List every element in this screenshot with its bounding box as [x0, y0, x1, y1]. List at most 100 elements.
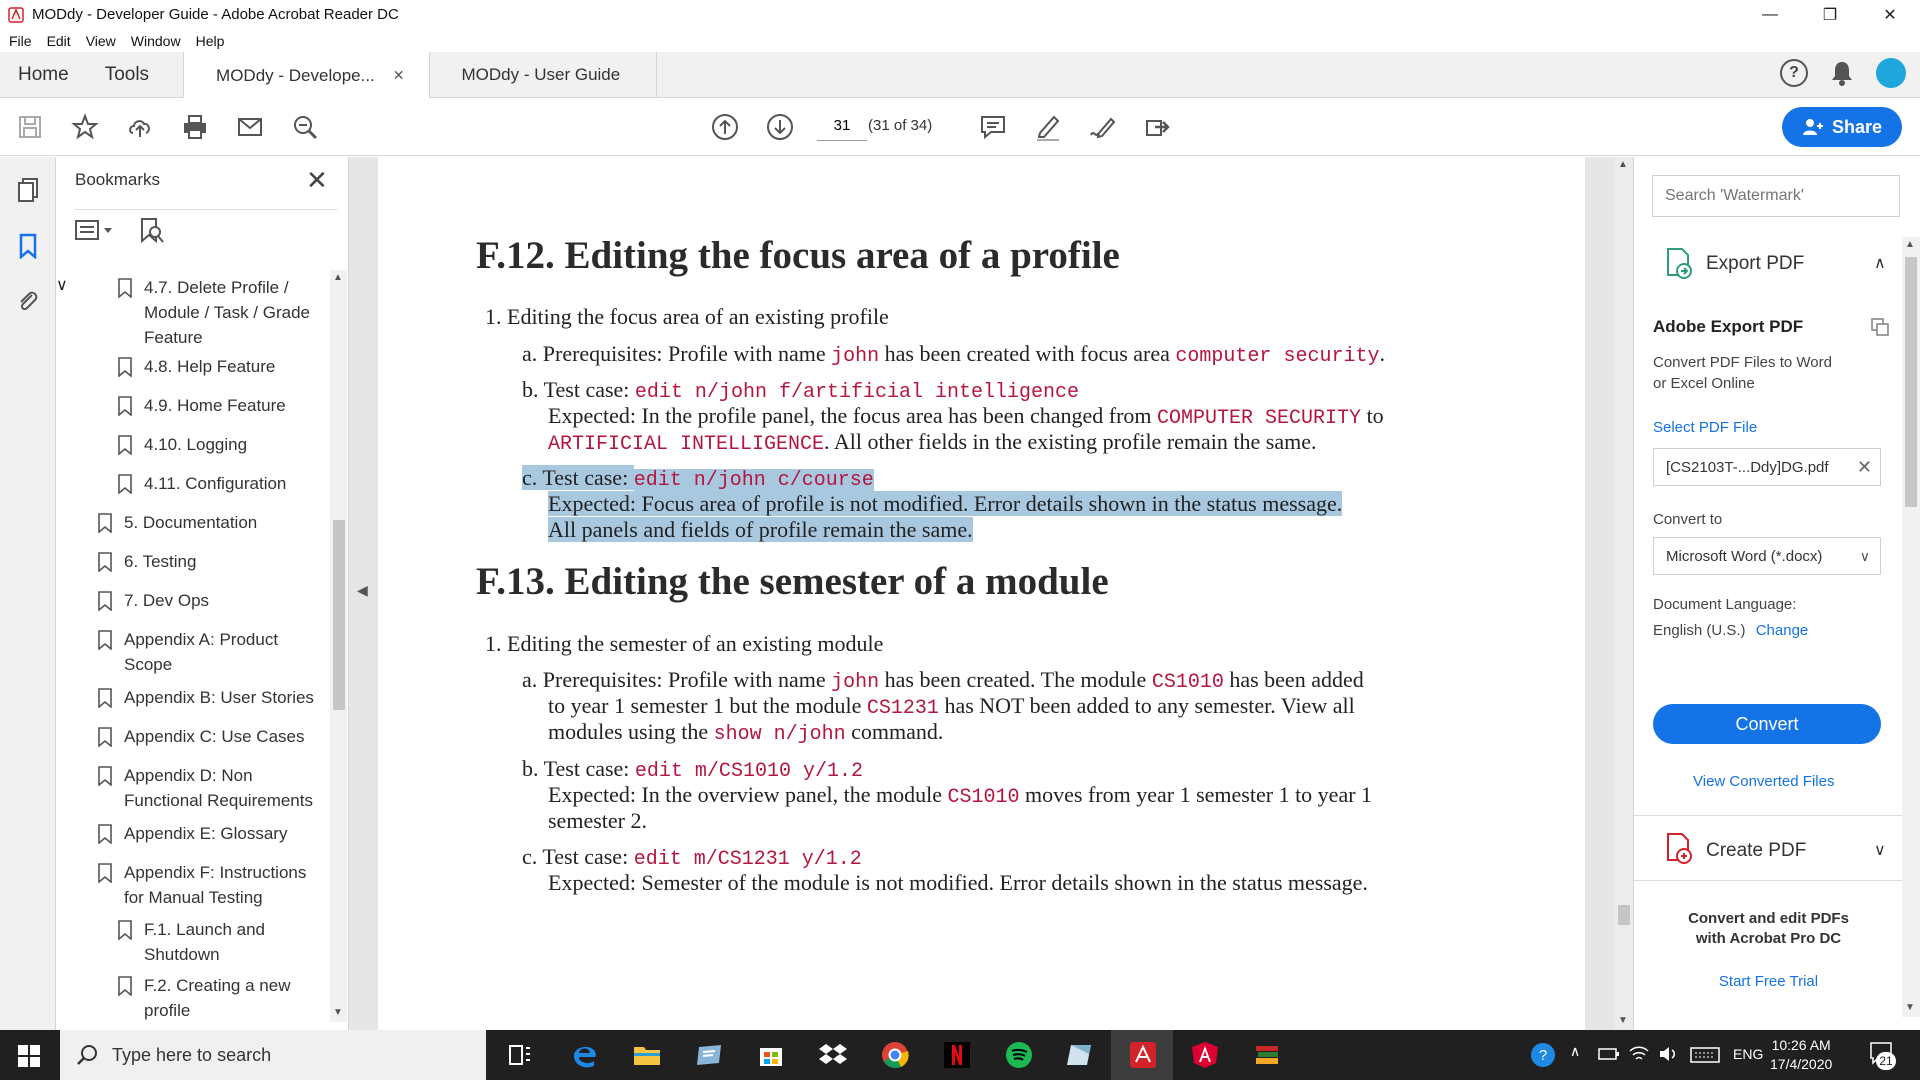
scroll-up-icon[interactable]: ▲ [1905, 239, 1915, 250]
email-icon[interactable] [235, 112, 265, 142]
f12-item-c-expected-2[interactable]: All panels and fields of profile remain … [548, 514, 973, 546]
create-pdf-title[interactable]: Create PDF [1706, 840, 1806, 862]
bookmark-item[interactable]: 4.10. Logging [118, 432, 318, 457]
selected-file-field[interactable]: [CS2103T-...Ddy]DG.pdf ✕ [1653, 448, 1881, 486]
scroll-thumb[interactable] [333, 520, 345, 710]
convert-button[interactable]: Convert [1653, 704, 1881, 744]
sign-icon[interactable] [1088, 112, 1118, 142]
clock[interactable]: 10:26 AM 17/4/2020 [1770, 1036, 1832, 1074]
export-pdf-title[interactable]: Export PDF [1706, 253, 1804, 275]
next-page-icon[interactable] [765, 112, 795, 142]
keyboard-icon[interactable] [1690, 1046, 1720, 1069]
bookmark-item[interactable]: F.1. Launch and Shutdown [118, 917, 288, 967]
clear-file-icon[interactable]: ✕ [1857, 457, 1872, 478]
start-free-trial-link[interactable]: Start Free Trial [1634, 973, 1903, 990]
zoom-search-icon[interactable] [290, 112, 320, 142]
restore-button[interactable]: ❐ [1800, 0, 1860, 29]
copy-icon[interactable] [1870, 317, 1890, 337]
highlight-pen-icon[interactable] [1033, 112, 1063, 142]
change-language-link[interactable]: Change [1756, 622, 1809, 639]
acrobat-taskbar-icon[interactable] [1126, 1038, 1160, 1072]
books-app-icon[interactable] [1250, 1038, 1284, 1072]
edge-browser-icon[interactable] [568, 1038, 602, 1072]
tab-tools[interactable]: Tools [87, 52, 183, 97]
bookmark-item[interactable]: 4.9. Home Feature [118, 393, 318, 418]
bookmark-item[interactable]: 7. Dev Ops [98, 588, 318, 613]
convert-to-select[interactable]: Microsoft Word (*.docx) ∨ [1653, 537, 1881, 575]
document-scrollbar[interactable]: ▲ ▼ [1615, 157, 1633, 1030]
document-viewer[interactable]: ◀ F.12. Editing the focus area of a prof… [349, 157, 1633, 1030]
bookmark-item[interactable]: Appendix E: Glossary [98, 821, 323, 846]
close-tab-icon[interactable]: ✕ [393, 67, 405, 84]
wifi-icon[interactable] [1628, 1044, 1650, 1069]
menu-view[interactable]: View [86, 33, 116, 49]
attachment-icon[interactable] [13, 287, 43, 317]
scroll-up-icon[interactable]: ▲ [333, 272, 343, 283]
bookmarks-scrollbar[interactable]: ▲ ▼ [330, 270, 347, 1022]
chrome-icon[interactable] [878, 1038, 912, 1072]
bookmark-item[interactable]: 4.8. Help Feature [118, 354, 318, 379]
tab-home[interactable]: Home [0, 52, 87, 97]
menu-file[interactable]: File [9, 33, 32, 49]
menu-help[interactable]: Help [196, 33, 225, 49]
page-number-input[interactable] [817, 111, 867, 141]
scroll-thumb[interactable] [1618, 905, 1630, 925]
menu-window[interactable]: Window [131, 33, 181, 49]
share-button[interactable]: Share [1782, 107, 1902, 147]
tab-developer-guide[interactable]: MODdy - Develope... ✕ [183, 52, 429, 99]
bookmark-item[interactable]: Appendix D: Non Functional Requirements [98, 763, 323, 813]
bookmark-item[interactable]: 6. Testing [98, 549, 318, 574]
bookmark-item[interactable]: Appendix A: Product Scope [98, 627, 298, 677]
help-tray-icon[interactable]: ? [1530, 1042, 1556, 1073]
bookmark-item[interactable]: 4.11. Configuration [118, 471, 318, 496]
bookmark-item[interactable]: Appendix C: Use Cases [98, 724, 323, 749]
bookmark-panel-icon[interactable] [13, 231, 43, 261]
select-pdf-link[interactable]: Select PDF File [1653, 417, 1757, 438]
scroll-down-icon[interactable]: ▼ [1905, 1002, 1915, 1013]
share-link-icon[interactable] [1143, 112, 1173, 142]
scroll-thumb[interactable] [1905, 257, 1917, 507]
tools-search-input[interactable] [1652, 175, 1900, 217]
store-icon[interactable] [754, 1038, 788, 1072]
scroll-up-icon[interactable]: ▲ [1618, 159, 1628, 170]
netflix-icon[interactable] [940, 1038, 974, 1072]
angular-icon[interactable] [1188, 1038, 1222, 1072]
close-window-button[interactable]: ✕ [1860, 0, 1920, 29]
comment-icon[interactable] [978, 112, 1008, 142]
battery-icon[interactable] [1598, 1045, 1620, 1068]
volume-icon[interactable] [1658, 1044, 1680, 1069]
bookmark-item[interactable]: 4.7. Delete Profile / Module / Task / Gr… [118, 275, 318, 350]
collapse-chevron-icon[interactable]: ∧ [1874, 253, 1886, 273]
bookmark-item[interactable]: Appendix F: Instructions for Manual Test… [98, 860, 318, 910]
minimize-button[interactable]: — [1740, 0, 1800, 29]
collapse-chevron-icon[interactable]: ∨ [56, 277, 68, 294]
tools-pane-scrollbar[interactable]: ▲ ▼ [1902, 237, 1920, 1017]
notes-app-icon[interactable] [1064, 1038, 1098, 1072]
menu-edit[interactable]: Edit [47, 33, 71, 49]
bookmark-options-icon[interactable] [74, 217, 116, 243]
scroll-down-icon[interactable]: ▼ [333, 1007, 343, 1018]
view-converted-files-link[interactable]: View Converted Files [1693, 771, 1834, 792]
bell-icon[interactable] [1830, 60, 1854, 86]
spotify-icon[interactable] [1002, 1038, 1036, 1072]
notepad-app-icon[interactable] [692, 1038, 726, 1072]
notifications-icon[interactable]: 21 [1868, 1040, 1898, 1070]
windows-start-icon[interactable] [18, 1045, 40, 1072]
collapse-left-panel-icon[interactable]: ◀ [357, 582, 368, 599]
print-icon[interactable] [180, 112, 210, 142]
avatar[interactable] [1876, 58, 1906, 88]
bookmark-item[interactable]: Appendix B: User Stories [98, 685, 323, 710]
bookmark-item[interactable]: F.2. Creating a new profile [118, 973, 308, 1023]
task-view-icon[interactable] [503, 1038, 537, 1072]
page-thumbnails-icon[interactable] [13, 175, 43, 205]
previous-page-icon[interactable] [710, 112, 740, 142]
expand-chevron-icon[interactable]: ∨ [1874, 840, 1886, 860]
bookmark-item[interactable]: 5. Documentation [98, 510, 318, 535]
help-icon[interactable]: ? [1780, 59, 1808, 87]
scroll-down-icon[interactable]: ▼ [1618, 1015, 1628, 1026]
upload-cloud-icon[interactable] [125, 112, 155, 142]
language-indicator[interactable]: ENG [1733, 1046, 1763, 1062]
tab-user-guide[interactable]: MODdy - User Guide [428, 52, 658, 97]
tray-expand-icon[interactable]: ∧ [1570, 1043, 1580, 1060]
file-explorer-icon[interactable] [630, 1038, 664, 1072]
